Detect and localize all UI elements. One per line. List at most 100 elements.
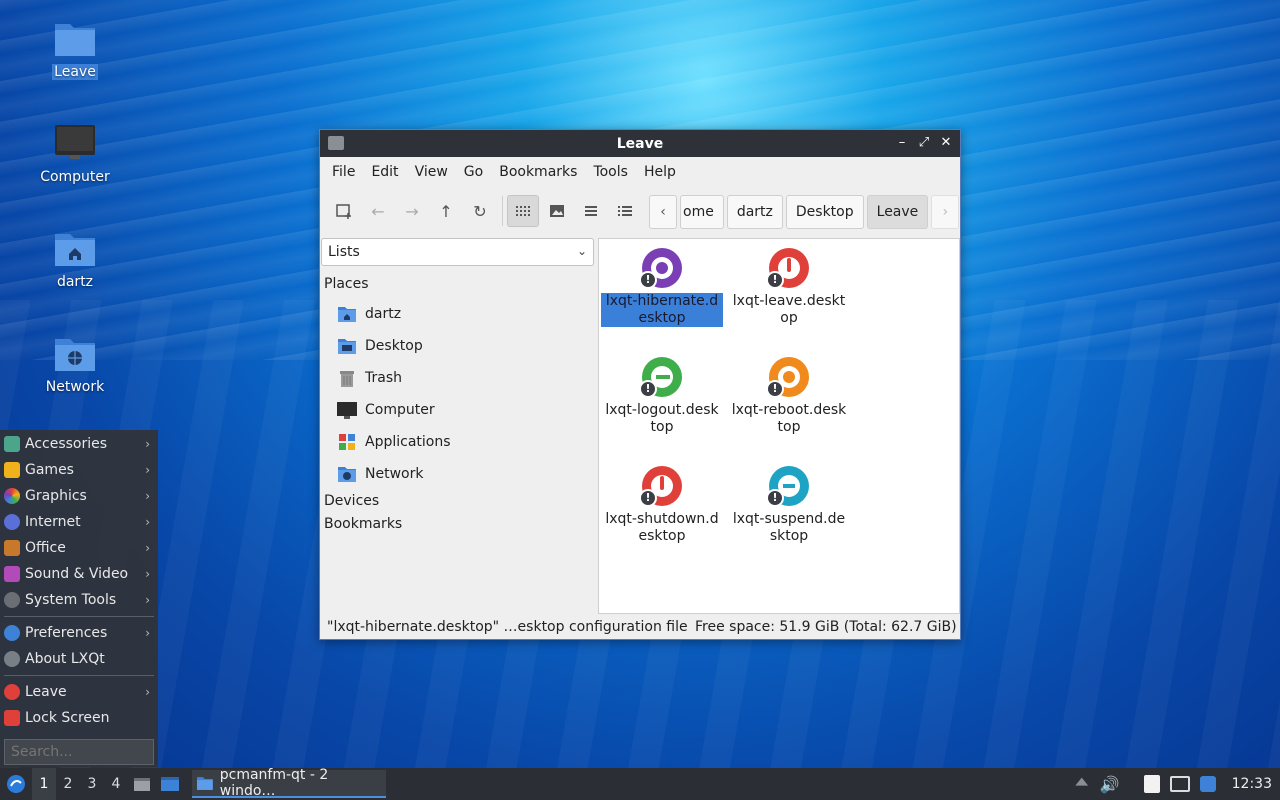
reload-icon: ↻ — [473, 201, 487, 221]
lxqt-logo-icon — [7, 775, 25, 793]
place-label: Applications — [365, 434, 451, 450]
desktop-switch-2[interactable]: 2 — [56, 768, 80, 800]
chevron-right-icon: › — [145, 626, 150, 640]
folder-icon — [196, 777, 213, 790]
network-folder-icon — [53, 333, 97, 373]
file-name: lxqt-suspend.desktop — [732, 511, 846, 544]
chevron-right-icon: › — [145, 437, 150, 451]
side-pane-mode-select[interactable]: Lists ⌄ — [321, 238, 594, 266]
desktop-switch-1[interactable]: 1 — [32, 768, 56, 800]
desktop-icon-computer[interactable]: Computer — [25, 123, 125, 185]
menu-item-internet[interactable]: Internet › — [0, 509, 158, 535]
menu-item-lock-screen[interactable]: Lock Screen — [0, 705, 158, 731]
menu-tools[interactable]: Tools — [585, 164, 636, 180]
menu-item-games[interactable]: Games › — [0, 457, 158, 483]
place-item-dartz[interactable]: dartz — [337, 300, 401, 328]
taskbar-task-pcmanfm[interactable]: pcmanfm-qt - 2 windo… — [192, 767, 386, 799]
file-name: lxqt-hibernate.desktop — [601, 293, 723, 327]
status-free-space: Free space: 51.9 GiB (Total: 62.7 GiB) — [695, 619, 957, 635]
icon-view-button[interactable] — [507, 195, 539, 227]
show-desktop-icon — [161, 777, 179, 791]
places-header[interactable]: Places — [324, 276, 369, 292]
breadcrumb-home[interactable]: ome — [680, 195, 724, 229]
breadcrumb-dartz[interactable]: dartz — [726, 195, 783, 229]
menu-item-label: Lock Screen — [25, 710, 110, 726]
close-button[interactable]: ✕ — [938, 134, 954, 152]
desktop-icon-label: Computer — [40, 169, 110, 185]
menu-item-label: Office — [25, 540, 66, 556]
place-item-network[interactable]: Network — [337, 460, 423, 488]
title-bar[interactable]: Leave – ⤢ ✕ — [320, 130, 960, 157]
menu-bookmarks[interactable]: Bookmarks — [491, 164, 585, 180]
menu-item-office[interactable]: Office › — [0, 535, 158, 561]
folder-icon — [53, 18, 97, 58]
quicklaunch-show-desktop[interactable] — [156, 768, 184, 800]
thumbnail-view-button[interactable] — [541, 195, 573, 227]
maximize-button[interactable]: ⤢ — [916, 134, 932, 152]
reload-button[interactable]: ↻ — [464, 195, 496, 227]
forward-button[interactable]: → — [396, 195, 428, 227]
arrow-up-icon: ↑ — [439, 201, 453, 221]
menu-go[interactable]: Go — [456, 164, 491, 180]
menu-item-graphics[interactable]: Graphics › — [0, 483, 158, 509]
eject-icon[interactable] — [1075, 777, 1089, 786]
back-button[interactable]: ← — [362, 195, 394, 227]
file-item-leave[interactable]: ! lxqt-leave.desktop — [728, 241, 850, 327]
desktop-switch-4[interactable]: 4 — [104, 768, 128, 800]
devices-header[interactable]: Devices — [324, 493, 379, 509]
up-button[interactable]: ↑ — [430, 195, 462, 227]
file-name: lxqt-leave.desktop — [732, 293, 846, 326]
quicklaunch-file-manager[interactable] — [128, 768, 156, 800]
menu-view[interactable]: View — [407, 164, 456, 180]
menu-item-preferences[interactable]: Preferences › — [0, 620, 158, 646]
system-tray: 🔊 12:33 — [1074, 768, 1280, 800]
monitor-icon — [53, 123, 97, 163]
file-item-shutdown[interactable]: ! lxqt-shutdown.desktop — [601, 459, 723, 545]
file-item-hibernate[interactable]: ! lxqt-hibernate.desktop — [601, 241, 723, 327]
volume-icon[interactable]: 🔊 — [1100, 775, 1120, 794]
new-tab-button[interactable] — [328, 195, 360, 227]
start-menu-button[interactable] — [0, 768, 32, 800]
file-item-suspend[interactable]: ! lxqt-suspend.desktop — [728, 459, 850, 545]
status-bar: "lxqt-hibernate.desktop" …esktop configu… — [320, 615, 960, 639]
menu-edit[interactable]: Edit — [363, 164, 406, 180]
home-folder-icon — [53, 228, 97, 268]
place-item-trash[interactable]: Trash — [337, 364, 402, 392]
breadcrumb-desktop[interactable]: Desktop — [785, 195, 864, 229]
breadcrumb-leave[interactable]: Leave — [866, 195, 929, 229]
menu-item-label: System Tools — [25, 592, 117, 608]
file-view[interactable]: ! lxqt-hibernate.desktop ! lxqt-leave.de… — [598, 238, 960, 614]
bookmarks-header[interactable]: Bookmarks — [324, 516, 402, 532]
network-status-icon[interactable] — [1169, 776, 1190, 792]
new-tab-icon — [336, 204, 351, 219]
lock-icon — [4, 710, 20, 726]
menu-item-system-tools[interactable]: System Tools › — [0, 587, 158, 613]
breadcrumb-scroll-left[interactable]: ‹ — [649, 195, 677, 229]
menu-item-accessories[interactable]: Accessories › — [0, 431, 158, 457]
compact-view-button[interactable] — [575, 195, 607, 227]
menu-item-leave[interactable]: Leave › — [0, 679, 158, 705]
file-item-reboot[interactable]: ! lxqt-reboot.desktop — [728, 350, 850, 436]
minimize-button[interactable]: – — [894, 134, 910, 152]
update-notifier-icon[interactable] — [1199, 776, 1216, 792]
breadcrumb-scroll-right[interactable]: › — [931, 195, 960, 229]
desktop-icon-network[interactable]: Network — [25, 333, 125, 395]
desktop-icon-label: Network — [45, 379, 105, 395]
desktop-switch-3[interactable]: 3 — [80, 768, 104, 800]
detailed-view-button[interactable] — [609, 195, 641, 227]
menu-item-about-lxqt[interactable]: About LXQt — [0, 646, 158, 672]
clock[interactable]: 12:33 — [1232, 776, 1272, 792]
start-menu: Accessories › Games › Graphics › Interne… — [0, 430, 158, 767]
place-item-computer[interactable]: Computer — [337, 396, 435, 424]
file-item-logout[interactable]: ! lxqt-logout.desktop — [601, 350, 723, 436]
place-item-desktop[interactable]: Desktop — [337, 332, 423, 360]
desktop-icon-label: Leave — [52, 64, 98, 80]
menu-file[interactable]: File — [324, 164, 363, 180]
menu-search-input[interactable] — [4, 739, 154, 765]
menu-help[interactable]: Help — [636, 164, 684, 180]
desktop-icon-dartz[interactable]: dartz — [25, 228, 125, 290]
clipboard-icon[interactable] — [1143, 775, 1160, 793]
menu-item-sound-video[interactable]: Sound & Video › — [0, 561, 158, 587]
place-item-applications[interactable]: Applications — [337, 428, 451, 456]
desktop-icon-leave[interactable]: Leave — [25, 18, 125, 80]
